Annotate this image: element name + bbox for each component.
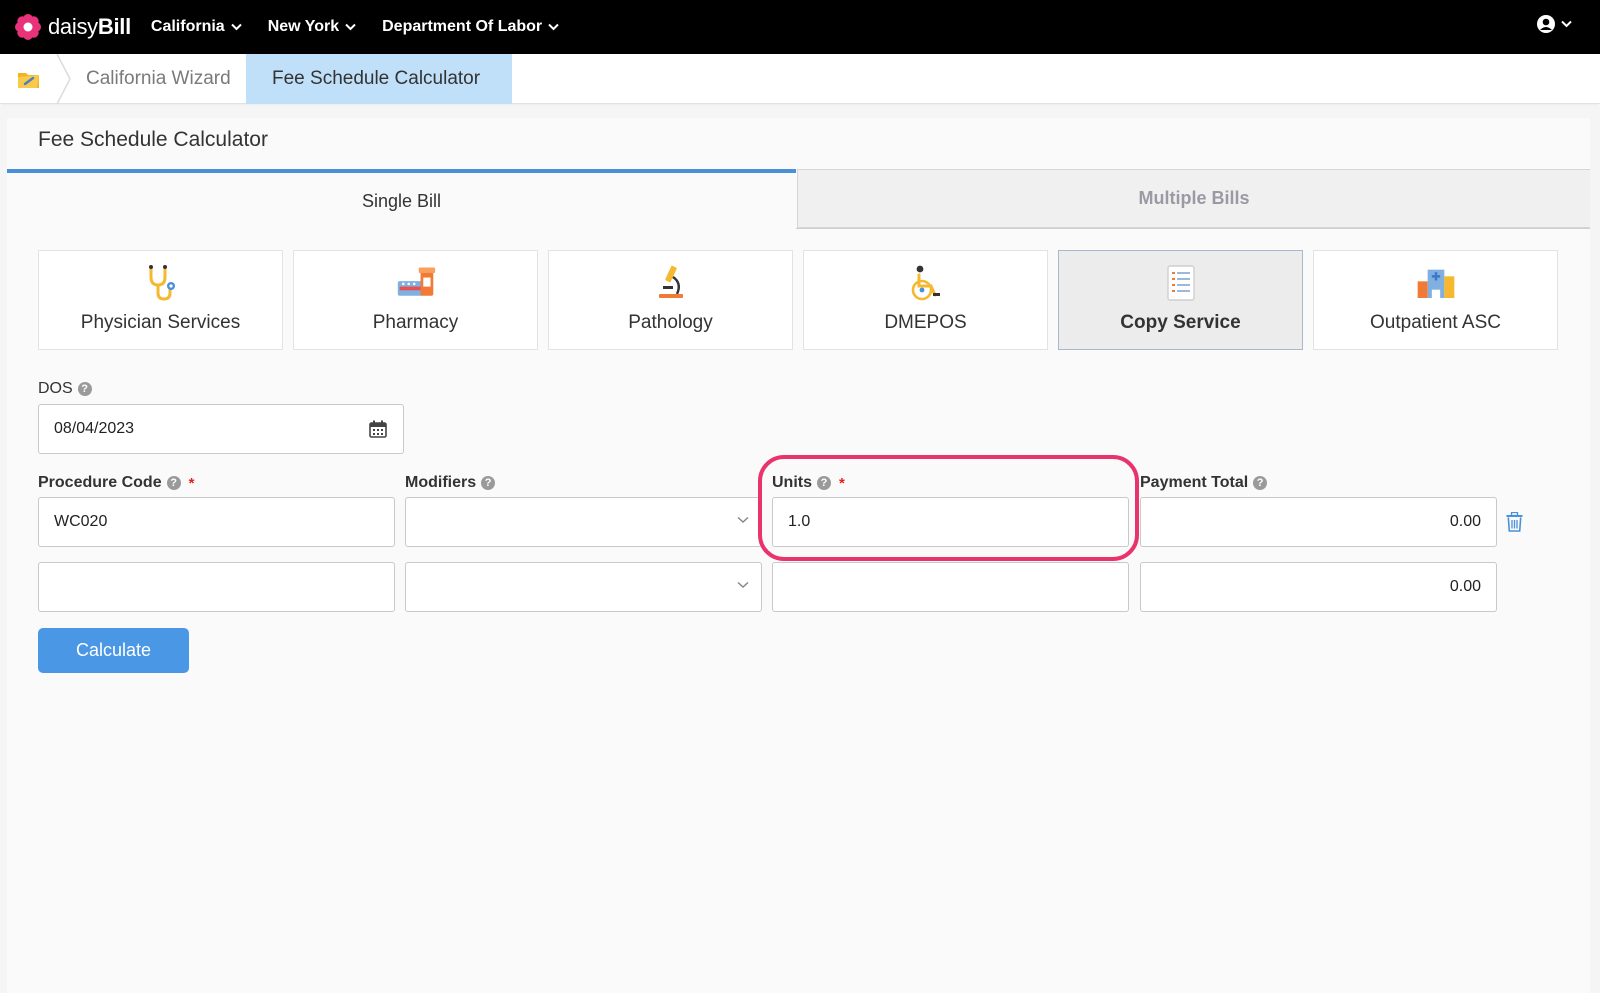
category-pharmacy[interactable]: Pharmacy [293, 250, 538, 350]
tab-divider [796, 228, 1590, 229]
logo-text: daisyBill [48, 14, 131, 39]
category-label: Copy Service [1120, 312, 1241, 333]
wheelchair-icon [906, 263, 946, 303]
chevron-down-icon [1561, 20, 1572, 28]
required-asterisk: * [188, 474, 195, 492]
calculate-button[interactable]: Calculate [38, 628, 189, 673]
home-folder-icon [18, 73, 39, 88]
category-copy-service[interactable]: Copy Service [1058, 250, 1303, 350]
modifiers-select[interactable] [405, 562, 762, 612]
chevron-down-icon [737, 516, 749, 524]
page-title: Fee Schedule Calculator [38, 128, 268, 151]
breadcrumb: California Wizard Fee Schedule Calculato… [0, 54, 1600, 104]
top-navbar: daisyBill California New York Department… [0, 0, 1600, 54]
category-outpatient-asc[interactable]: Outpatient ASC [1313, 250, 1558, 350]
chevron-down-icon [230, 23, 242, 31]
breadcrumb-separator [56, 54, 71, 104]
microscope-icon [651, 263, 691, 303]
category-label: Physician Services [80, 312, 241, 333]
daisybill-logo[interactable]: daisyBill [14, 13, 131, 41]
modifiers-label: Modifiers ? [405, 474, 496, 492]
procedure-code-label: Procedure Code ? * [38, 474, 195, 492]
chevron-down-icon [737, 581, 749, 589]
document-icon [1161, 263, 1201, 303]
help-icon[interactable]: ? [77, 382, 92, 396]
nav-new-york[interactable]: New York [268, 18, 356, 36]
category-label: Pathology [628, 312, 713, 333]
payment-total-field[interactable]: 0.00 [1140, 562, 1497, 612]
nav-california[interactable]: California [151, 18, 242, 36]
payment-total-label: Payment Total ? [1140, 474, 1268, 492]
dos-value: 08/04/2023 [54, 420, 135, 437]
chevron-down-icon [345, 23, 356, 31]
nav-department-of-labor[interactable]: Department Of Labor [382, 18, 559, 36]
category-label: Pharmacy [372, 312, 459, 333]
category-label: DMEPOS [884, 312, 967, 333]
units-highlight-annotation [758, 455, 1139, 561]
tab-multiple-bills[interactable]: Multiple Bills [797, 169, 1590, 228]
chevron-down-icon [548, 23, 559, 31]
dos-date-field[interactable]: 08/04/2023 [38, 404, 404, 454]
trash-icon[interactable] [1506, 512, 1523, 532]
breadcrumb-home[interactable] [0, 54, 58, 104]
breadcrumb-california-wizard[interactable]: California Wizard [86, 54, 231, 104]
calendar-icon[interactable] [369, 420, 387, 438]
help-icon[interactable]: ? [481, 476, 496, 490]
tab-single-bill[interactable]: Single Bill [7, 169, 796, 229]
units-input[interactable] [772, 562, 1129, 612]
category-physician-services[interactable]: Physician Services [38, 250, 283, 350]
stethoscope-icon [141, 263, 181, 303]
hospital-icon [1416, 263, 1456, 303]
procedure-code-input[interactable] [38, 562, 395, 612]
help-icon[interactable]: ? [1253, 476, 1268, 490]
user-account-icon [1537, 15, 1555, 33]
pharmacy-icon [396, 263, 436, 303]
daisy-flower-icon [15, 14, 41, 40]
procedure-code-input[interactable]: WC020 [38, 497, 395, 547]
category-pathology[interactable]: Pathology [548, 250, 793, 350]
dos-label: DOS ? [38, 380, 92, 398]
breadcrumb-current: Fee Schedule Calculator [272, 68, 481, 89]
user-menu[interactable] [1536, 14, 1572, 34]
category-label: Outpatient ASC [1370, 312, 1501, 333]
category-dmepos[interactable]: DMEPOS [803, 250, 1048, 350]
modifiers-select[interactable] [405, 497, 762, 547]
help-icon[interactable]: ? [166, 476, 181, 490]
payment-total-field[interactable]: 0.00 [1140, 497, 1497, 547]
